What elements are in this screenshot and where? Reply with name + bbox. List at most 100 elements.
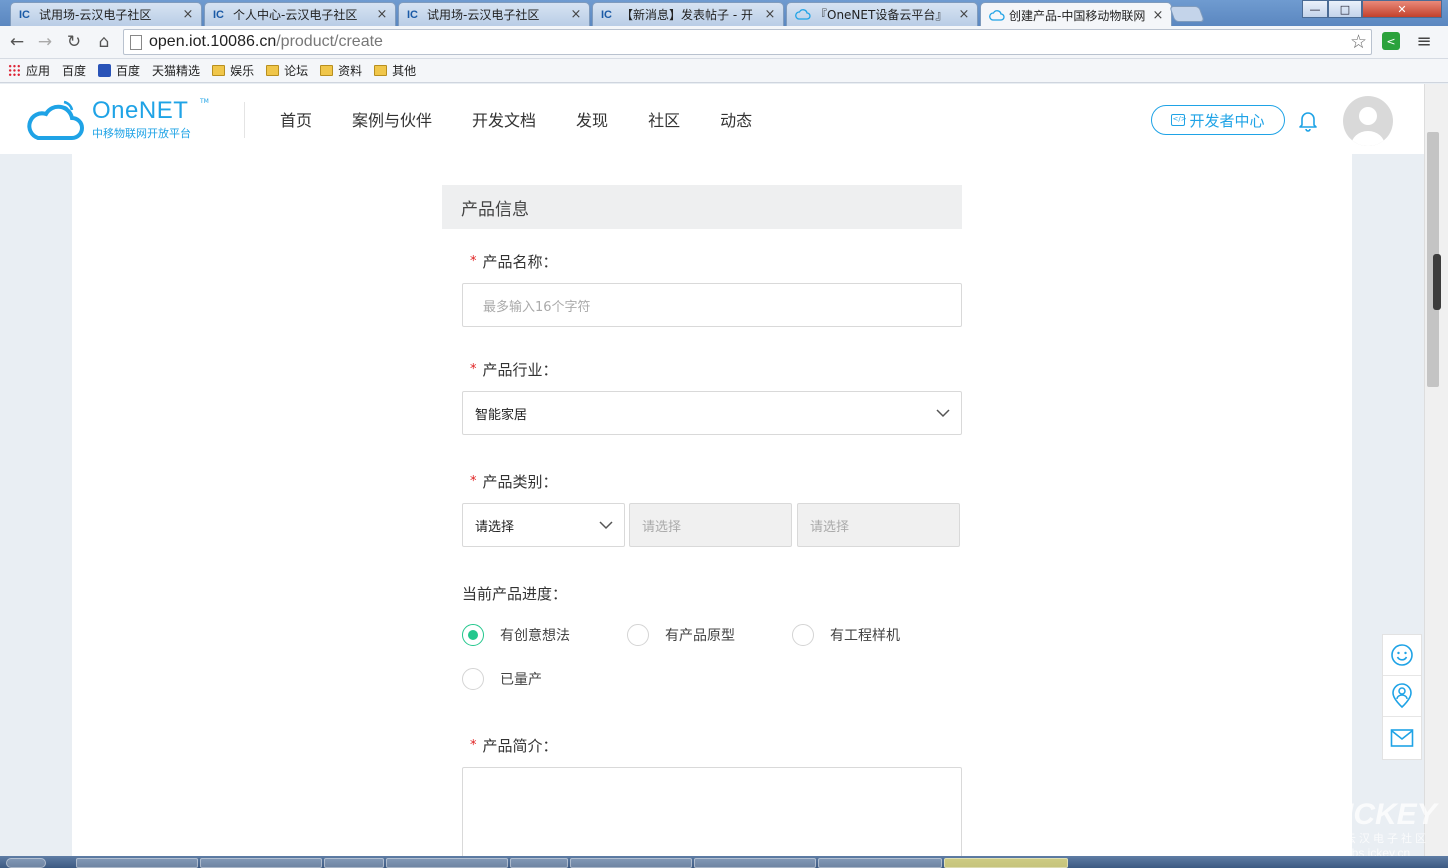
bookmark-folder-entertainment[interactable]: 娱乐 (212, 62, 254, 79)
forward-icon[interactable]: → (34, 31, 56, 53)
progress-radio-row: 有创意想法 有产品原型 有工程样机 (462, 624, 957, 646)
required-mark: * (470, 254, 477, 269)
select-value: 请选择 (642, 519, 682, 535)
avatar[interactable] (1343, 96, 1393, 146)
category-select-tertiary[interactable]: 请选择 (797, 503, 960, 547)
tab-close-icon[interactable]: × (1151, 8, 1165, 23)
maximize-button[interactable]: □ (1328, 0, 1362, 18)
required-mark: * (470, 738, 477, 753)
browser-tab[interactable]: 『OneNET设备云平台』 × (786, 2, 978, 26)
required-mark: * (470, 362, 477, 377)
window-close-button[interactable]: ✕ (1362, 0, 1442, 18)
onenet-logo[interactable]: OneNET TM 中移物联网开放平台 (24, 97, 210, 142)
tab-title: 试用场-云汉电子社区 (427, 8, 540, 22)
scroll-grip-handle[interactable] (1433, 254, 1441, 310)
url-host: open.iot.10086.cn (149, 33, 277, 50)
select-value: 请选择 (475, 519, 515, 535)
radio-circle[interactable] (792, 624, 814, 646)
address-bar[interactable]: open.iot.10086.cn/product/create ☆ (123, 29, 1372, 55)
section-title: 产品信息 (442, 185, 962, 229)
bookmark-apps[interactable]: 应用 (8, 62, 50, 79)
radio-engineering-sample[interactable]: 有工程样机 (792, 624, 957, 646)
logo-trademark: TM (200, 98, 209, 105)
bookmark-star-icon[interactable]: ☆ (1350, 31, 1367, 54)
taskbar-item-active[interactable] (944, 858, 1068, 868)
radio-circle[interactable] (462, 668, 484, 690)
chevron-down-icon (936, 409, 950, 418)
developer-center-button[interactable]: </> 开发者中心 (1151, 105, 1285, 135)
watermark-name: 云汉电子社区 (1345, 833, 1429, 845)
product-name-label: * 产品名称： (470, 251, 558, 272)
browser-tab[interactable]: IC 【新消息】发表帖子 - 开 × (592, 2, 784, 26)
bookmark-baidu-paw[interactable]: 百度 (98, 62, 140, 79)
tab-title: 『OneNET设备云平台』 (815, 8, 948, 22)
nav-item-community[interactable]: 社区 (648, 107, 680, 131)
bookmark-tmall[interactable]: 天猫精选 (0, 62, 201, 156)
baidu-paw-icon (98, 64, 112, 77)
radio-label: 有创意想法 (500, 628, 570, 644)
home-icon[interactable]: ⌂ (93, 31, 115, 53)
tab-close-icon[interactable]: × (569, 7, 583, 22)
radio-label: 已量产 (500, 672, 542, 688)
tab-close-icon[interactable]: × (375, 7, 389, 22)
product-name-input[interactable]: 最多输入16个字符 (462, 283, 962, 327)
new-tab-button[interactable] (1169, 6, 1205, 22)
start-button[interactable] (6, 858, 46, 868)
minimize-button[interactable]: — (1302, 0, 1328, 18)
radio-circle[interactable] (627, 624, 649, 646)
taskbar-item[interactable] (570, 858, 692, 868)
nav-item-home[interactable]: 首页 (280, 107, 312, 131)
browser-menu-icon[interactable]: ≡ (1414, 30, 1434, 52)
taskbar-item[interactable] (76, 858, 198, 868)
back-icon[interactable]: ← (6, 31, 28, 53)
browser-tab-active[interactable]: 创建产品-中国移动物联网 × (980, 2, 1172, 27)
radio-idea[interactable]: 有创意想法 (462, 624, 627, 646)
reload-icon[interactable]: ↻ (63, 31, 85, 53)
browser-tab[interactable]: IC 试用场-云汉电子社区 × (10, 2, 202, 26)
bookmark-folder-other[interactable]: 其他 (374, 62, 416, 79)
browser-tab[interactable]: IC 个人中心-云汉电子社区 × (204, 2, 396, 26)
bookmark-folder-resources[interactable]: 资料 (320, 62, 362, 79)
bookmark-baidu[interactable]: 百度 (0, 62, 86, 156)
watermark-brand: ICKEY (1345, 798, 1437, 831)
taskbar-item[interactable] (386, 858, 508, 868)
contact-button[interactable] (1383, 676, 1421, 717)
nav-item-cases[interactable]: 案例与伙伴 (352, 107, 432, 131)
category-select-secondary[interactable]: 请选择 (629, 503, 792, 547)
label-text: 产品行业： (482, 361, 558, 379)
share-extension-icon[interactable]: < (1382, 32, 1400, 50)
nav-item-news[interactable]: 动态 (720, 107, 752, 131)
taskbar-item[interactable] (200, 858, 322, 868)
tab-close-icon[interactable]: × (181, 7, 195, 22)
taskbar-item[interactable] (324, 858, 384, 868)
taskbar-item[interactable] (694, 858, 816, 868)
browser-tab[interactable]: IC 试用场-云汉电子社区 × (398, 2, 590, 26)
apps-grid-icon (8, 64, 21, 77)
radio-prototype[interactable]: 有产品原型 (627, 624, 792, 646)
tab-close-icon[interactable]: × (957, 7, 971, 22)
bookmark-folder-forum[interactable]: 论坛 (266, 62, 308, 79)
taskbar-item[interactable] (818, 858, 942, 868)
tab-close-icon[interactable]: × (763, 7, 777, 22)
category-select-primary[interactable]: 请选择 (462, 503, 625, 547)
industry-select[interactable]: 智能家居 (462, 391, 962, 435)
chevron-down-icon (599, 521, 613, 530)
tab-title: 个人中心-云汉电子社区 (233, 8, 358, 22)
taskbar-item[interactable] (510, 858, 568, 868)
radio-mass-production[interactable]: 已量产 (462, 668, 542, 690)
tab-title: 创建产品-中国移动物联网 (1009, 8, 1146, 23)
bell-icon[interactable] (1296, 108, 1320, 132)
mail-button[interactable] (1383, 717, 1421, 758)
page-viewport: OneNET TM 中移物联网开放平台 首页 案例与伙伴 开发文档 发现 社区 … (0, 84, 1424, 868)
radio-circle[interactable] (462, 624, 484, 646)
bookmark-label: 天猫精选 (152, 64, 201, 78)
label-text: 产品类别： (482, 473, 558, 491)
nav-item-discover[interactable]: 发现 (576, 107, 608, 131)
page-scrollbar[interactable] (1424, 84, 1448, 868)
page-icon (130, 34, 142, 50)
header-divider (244, 102, 245, 138)
nav-item-docs[interactable]: 开发文档 (472, 107, 536, 131)
progress-radio-row: 已量产 (462, 668, 542, 690)
feedback-button[interactable] (1383, 635, 1421, 676)
product-intro-textarea[interactable] (462, 767, 962, 868)
